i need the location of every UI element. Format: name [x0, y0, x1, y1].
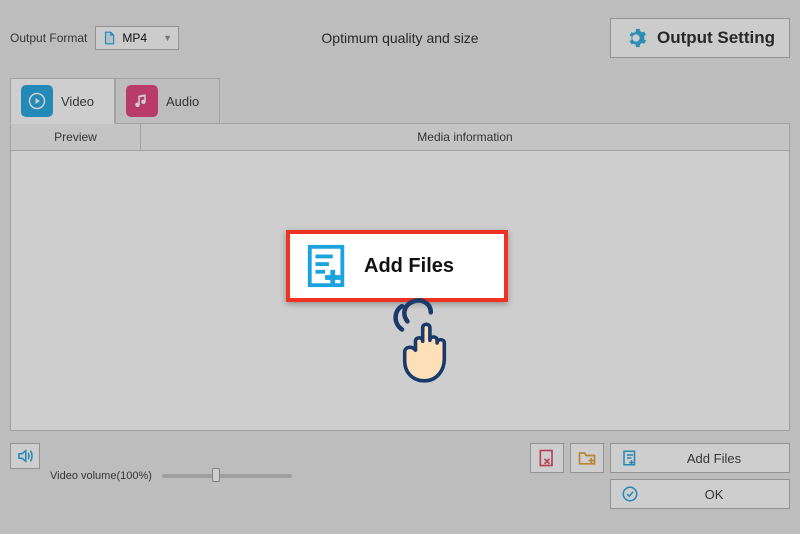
tab-audio[interactable]: Audio — [115, 78, 220, 124]
music-note-icon — [126, 85, 158, 117]
ok-button[interactable]: OK — [610, 479, 790, 509]
bottom-bar: Video volume(100%) Add Files OK — [0, 431, 800, 521]
tab-audio-label: Audio — [166, 94, 199, 109]
add-file-icon — [304, 243, 350, 289]
speaker-icon — [15, 447, 35, 465]
output-setting-button[interactable]: Output Setting — [610, 18, 790, 58]
add-files-popup-label: Add Files — [364, 255, 454, 278]
ok-label: OK — [649, 487, 779, 502]
add-files-highlight[interactable]: Add Files — [286, 230, 508, 302]
remove-file-button[interactable] — [530, 443, 564, 473]
speaker-button[interactable] — [10, 443, 40, 469]
output-format-label: Output Format — [10, 31, 87, 45]
play-icon — [21, 85, 53, 117]
add-files-button[interactable]: Add Files — [610, 443, 790, 473]
format-value: MP4 — [122, 31, 147, 45]
folder-add-icon — [577, 448, 597, 468]
quality-text: Optimum quality and size — [321, 30, 478, 46]
check-circle-icon — [621, 485, 639, 503]
output-format-select[interactable]: MP4 ▼ — [95, 26, 179, 50]
tabs: Video Audio — [10, 78, 790, 124]
pointer-hand-icon — [384, 298, 474, 388]
file-delete-icon — [537, 448, 557, 468]
output-setting-label: Output Setting — [657, 28, 775, 48]
top-toolbar: Output Format MP4 ▼ Optimum quality and … — [0, 0, 800, 68]
column-media-info: Media information — [141, 124, 789, 150]
slider-thumb[interactable] — [212, 468, 220, 482]
file-icon — [102, 31, 116, 45]
volume-label: Video volume(100%) — [50, 470, 152, 482]
file-add-icon — [621, 449, 639, 467]
column-headers: Preview Media information — [10, 123, 790, 151]
gear-icon — [625, 27, 647, 49]
tab-video-label: Video — [61, 94, 94, 109]
chevron-down-icon: ▼ — [163, 33, 172, 43]
column-preview: Preview — [11, 124, 141, 150]
volume-slider[interactable] — [162, 474, 292, 478]
add-folder-button[interactable] — [570, 443, 604, 473]
add-files-label: Add Files — [649, 451, 779, 466]
tab-video[interactable]: Video — [10, 78, 115, 124]
